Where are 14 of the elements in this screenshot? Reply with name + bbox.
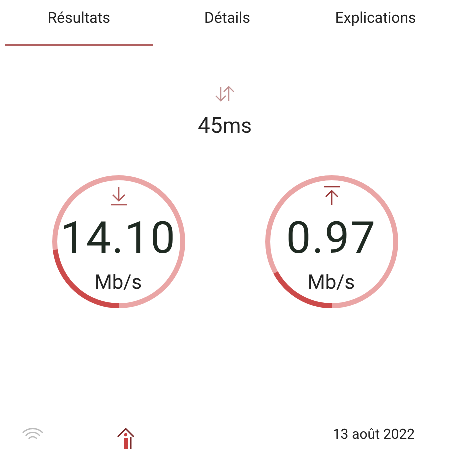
wifi-icon <box>22 428 44 442</box>
tab[interactable]: Détails <box>153 0 302 46</box>
tab[interactable]: Explications <box>302 0 450 46</box>
house-icon <box>116 427 136 449</box>
tab[interactable]: Résultats <box>5 0 154 46</box>
speed-unit: Mb/s <box>308 272 356 292</box>
speed-value: 14.10 <box>60 216 176 260</box>
download-icon <box>110 186 128 206</box>
speed-value: 0.97 <box>286 216 377 260</box>
test-date: 13 août 2022 <box>332 426 415 444</box>
speed-unit: Mb/s <box>94 272 142 292</box>
upload-icon <box>322 186 340 206</box>
latency-icon <box>213 86 237 102</box>
latency-value: 45ms <box>198 113 252 141</box>
